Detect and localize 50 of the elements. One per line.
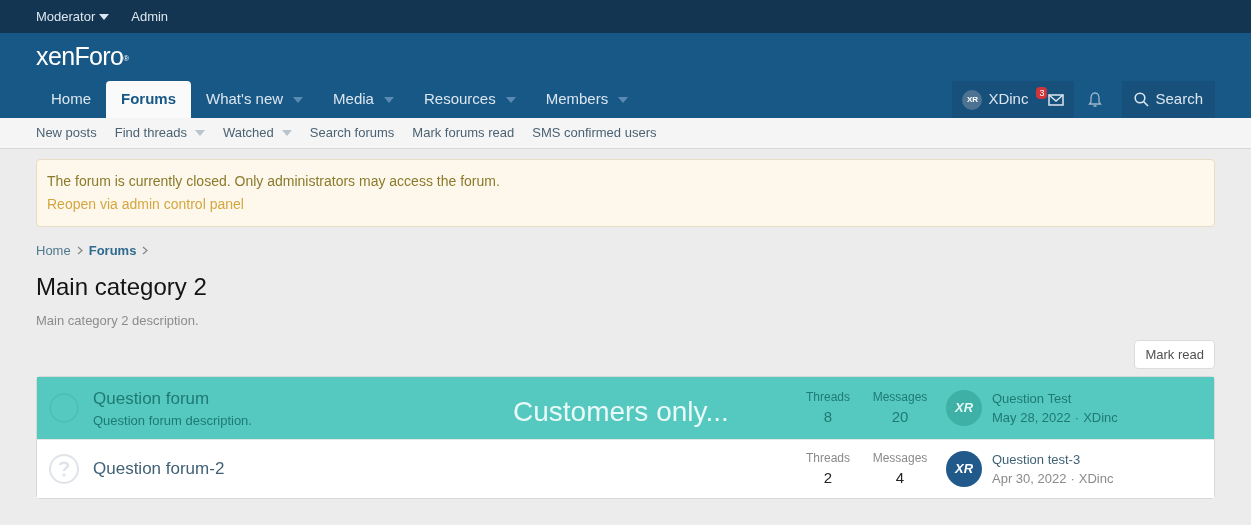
user-avatar: XR [946, 390, 982, 426]
sub-nav-link[interactable]: Watched [222, 123, 292, 143]
forum-title-link[interactable]: Question forum-2 [93, 456, 225, 482]
notice-message: The forum is currently closed. Only administrators may access the forum. [47, 172, 501, 191]
stat-label: Messages [872, 449, 928, 467]
page-title: Main category 2 [36, 271, 208, 302]
unread-badge: 3 [1036, 87, 1048, 99]
stat-value: 8 [823, 406, 833, 427]
nav-tab[interactable]: Media [318, 81, 409, 118]
sub-nav-link[interactable]: Mark forums read [412, 123, 515, 143]
user-menu[interactable]: XR XDinc [952, 81, 1039, 118]
staff-menu-link[interactable]: Moderator [36, 6, 110, 27]
mark-read-button[interactable]: Mark read [1134, 340, 1215, 369]
stat-value: 4 [895, 467, 905, 488]
locked-overlay-text: Customers only... [513, 395, 729, 429]
chevron-icon [76, 246, 83, 256]
last-post-link[interactable]: Question test-3 [992, 449, 1202, 469]
envelope-icon [1048, 93, 1065, 106]
sub-nav-link[interactable]: SMS confirmed users [532, 123, 657, 143]
nav-tab[interactable]: Members [530, 81, 644, 118]
stat-label: Threads [806, 449, 850, 467]
breadcrumb-link[interactable]: Forums [88, 241, 137, 261]
user-avatar: XR [946, 451, 982, 487]
user-avatar: XR [962, 89, 983, 110]
search-button[interactable]: Search [1122, 81, 1215, 118]
forum-description: Question forum description. [93, 412, 252, 430]
sub-nav-link[interactable]: Search forums [309, 123, 395, 143]
question-icon [49, 454, 79, 484]
sub-nav-link[interactable]: Find threads [114, 123, 205, 143]
sub-nav-link[interactable]: New posts [36, 123, 97, 143]
stat-value: 2 [823, 467, 833, 488]
search-icon [1134, 92, 1150, 107]
nav-tab[interactable]: Forums [106, 81, 192, 118]
separator-dot: · [1074, 409, 1080, 427]
stat-label: Threads [806, 388, 850, 406]
logo[interactable]: xenForo$^{®}$ [36, 38, 129, 76]
page-description: Main category 2 description. [36, 311, 200, 330]
inbox-icon[interactable]: 3 [1038, 81, 1075, 118]
username-link[interactable]: XDinc [1078, 469, 1114, 489]
last-post-date: Apr 30, 2022 [992, 470, 1067, 488]
breadcrumb-link[interactable]: Home [36, 241, 71, 261]
staff-menu-link[interactable]: Admin [131, 6, 169, 27]
nav-tab[interactable]: Resources [408, 81, 531, 118]
nav-tab[interactable]: Home [36, 81, 106, 118]
separator-dot: · [1070, 470, 1075, 488]
stat-value: 20 [891, 406, 909, 427]
last-post-date: May 28, 2022 [992, 409, 1071, 427]
stat-label: Messages [872, 388, 928, 406]
chevron-icon [142, 246, 149, 256]
nav-tab[interactable]: What's new [191, 81, 319, 118]
